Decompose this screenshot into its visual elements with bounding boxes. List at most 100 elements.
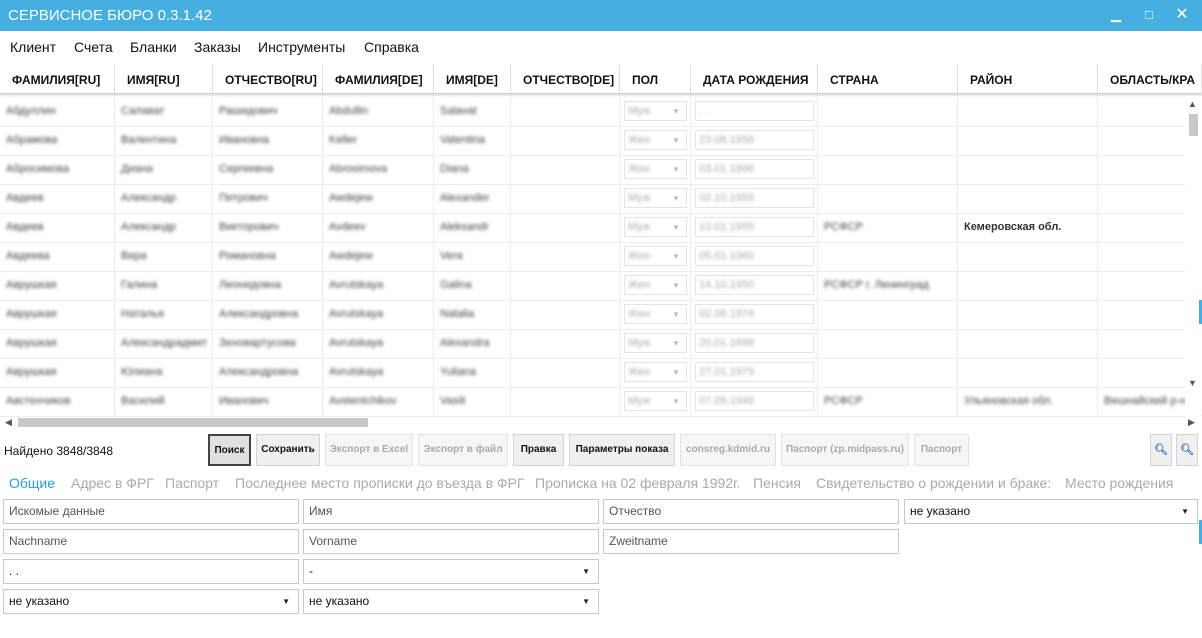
table-cell[interactable]: Ульяновская обл. — [958, 387, 1098, 416]
birth-date-cell-input[interactable]: 10.01.1955 — [695, 217, 814, 237]
table-cell[interactable]: Абдуллин — [0, 97, 115, 126]
table-cell[interactable]: Петрович — [213, 184, 323, 213]
table-cell[interactable] — [511, 126, 620, 155]
horizontal-scroll-thumb[interactable] — [18, 418, 368, 427]
table-cell[interactable] — [958, 97, 1098, 126]
table-cell[interactable]: Жен ▼ — [620, 126, 691, 155]
birth-date-cell-input[interactable]: 05.01.1960 — [695, 246, 814, 266]
scroll-left-icon[interactable]: ◀ — [5, 417, 12, 428]
birth-date-cell-input[interactable]: 07.09.1949 — [695, 391, 814, 411]
table-cell[interactable]: Зеновартусова — [213, 329, 323, 358]
table-cell[interactable]: Аврушкая — [0, 329, 115, 358]
column-header[interactable]: ИМЯ[RU] — [115, 64, 213, 94]
birth-date-cell-input[interactable]: 20.01.1998 — [695, 333, 814, 353]
table-row[interactable]: Абрамова Валентина Ивановна Keller Valentina… — [0, 126, 1202, 156]
consreg-button[interactable]: consreg.kdmid.ru — [680, 434, 776, 466]
table-cell[interactable]: Жен ▼ — [620, 271, 691, 300]
column-header[interactable]: РАЙОН — [958, 64, 1098, 94]
table-cell[interactable]: Aleksandr — [434, 213, 511, 242]
gender-cell-select[interactable]: Муж ▼ — [624, 391, 687, 411]
gender-cell-select[interactable]: Жен ▼ — [624, 304, 687, 324]
birth-date-cell-input[interactable]: 03.01.1996 — [695, 159, 814, 179]
table-cell[interactable]: Муж ▼ — [620, 387, 691, 416]
table-cell[interactable]: . . — [691, 97, 818, 126]
table-row[interactable]: Аврушкая Галина Леонидовна Avrutskaya Galina… — [0, 271, 1202, 301]
table-cell[interactable]: 03.01.1996 — [691, 155, 818, 184]
table-cell[interactable]: Аврушкая — [0, 300, 115, 329]
table-cell[interactable] — [958, 329, 1098, 358]
gender-select[interactable]: не указано ▼ — [904, 499, 1198, 524]
patronymic-ru-input[interactable] — [609, 501, 898, 522]
scroll-down-icon[interactable]: ▼ — [1188, 378, 1197, 388]
table-cell[interactable]: Викторович — [213, 213, 323, 242]
gender-cell-select[interactable]: Жен ▼ — [624, 246, 687, 266]
table-cell[interactable]: Vasili — [434, 387, 511, 416]
table-cell[interactable]: Avrutskaya — [323, 271, 434, 300]
birth-date-cell-input[interactable]: . . — [695, 101, 814, 121]
table-cell[interactable]: 07.09.1949 — [691, 387, 818, 416]
edit-button[interactable]: Правка — [513, 434, 564, 466]
save-button[interactable]: Сохранить — [256, 434, 320, 466]
table-cell[interactable]: Рашидович — [213, 97, 323, 126]
gender-cell-select[interactable]: Жен ▼ — [624, 159, 687, 179]
table-cell[interactable]: Аврушкая — [0, 358, 115, 387]
table-cell[interactable] — [818, 358, 958, 387]
table-cell[interactable] — [511, 184, 620, 213]
table-cell[interactable]: Alexander — [434, 184, 511, 213]
table-row[interactable]: Авдеев Александр Викторович Avdeev Aleksandr… — [0, 213, 1202, 243]
table-cell[interactable]: Александровна — [213, 300, 323, 329]
horizontal-scrollbar[interactable]: ◀ ▶ — [0, 414, 1202, 431]
table-cell[interactable]: Avrutskaya — [323, 300, 434, 329]
table-cell[interactable]: Иванович — [213, 387, 323, 416]
birth-date-cell-input[interactable]: 02.10.1959 — [695, 188, 814, 208]
patronymic-ru-field[interactable] — [603, 499, 899, 524]
tab-general[interactable]: Общие — [9, 475, 55, 491]
table-cell[interactable]: Vera — [434, 242, 511, 271]
table-cell[interactable]: Galina — [434, 271, 511, 300]
table-cell[interactable]: Ивановна — [213, 126, 323, 155]
table-cell[interactable]: 02.08.1974 — [691, 300, 818, 329]
table-cell[interactable] — [511, 213, 620, 242]
gender-cell-select[interactable]: Муж ▼ — [624, 101, 687, 121]
table-cell[interactable]: Awdejew — [323, 242, 434, 271]
table-cell[interactable] — [511, 387, 620, 416]
table-cell[interactable] — [958, 271, 1098, 300]
table-cell[interactable]: Жен ▼ — [620, 242, 691, 271]
table-cell[interactable]: РСФСР — [818, 213, 958, 242]
column-header[interactable]: ФАМИЛИЯ[RU] — [0, 64, 115, 94]
table-cell[interactable]: Abdullin — [323, 97, 434, 126]
table-cell[interactable]: Keller — [323, 126, 434, 155]
table-cell[interactable]: Валентина — [115, 126, 213, 155]
table-cell[interactable]: Юлиана — [115, 358, 213, 387]
dash-select[interactable]: - ▼ — [303, 559, 599, 584]
column-header[interactable]: ОБЛАСТЬ/КРА — [1098, 64, 1202, 94]
first-name-ru-input[interactable] — [309, 501, 598, 522]
table-cell[interactable]: Василий — [115, 387, 213, 416]
column-header[interactable]: ОТЧЕСТВО[DE] — [511, 64, 620, 94]
table-cell[interactable]: Муж ▼ — [620, 184, 691, 213]
table-cell[interactable]: Авдеева — [0, 242, 115, 271]
table-cell[interactable] — [818, 242, 958, 271]
table-row[interactable]: Абросимова Диана Сергеевна Abrosimova Diana Ж… — [0, 155, 1202, 185]
table-cell[interactable]: 10.01.1955 — [691, 213, 818, 242]
passport-button[interactable]: Паспорт — [914, 434, 969, 466]
column-header[interactable]: ФАМИЛИЯ[DE] — [323, 64, 434, 94]
table-cell[interactable]: Абрамова — [0, 126, 115, 155]
zoom-out-icon[interactable]: 🔍︎ — [1176, 434, 1198, 466]
menu-help[interactable]: Справка — [364, 39, 419, 55]
tab-birthplace[interactable]: Место рождения — [1065, 475, 1173, 491]
table-cell[interactable]: Жен ▼ — [620, 300, 691, 329]
column-header[interactable]: ОТЧЕСТВО[RU] — [213, 64, 323, 94]
menu-orders[interactable]: Заказы — [194, 39, 241, 55]
table-cell[interactable]: Австенчиков — [0, 387, 115, 416]
search-data-field[interactable] — [3, 499, 299, 524]
table-cell[interactable]: Valentina — [434, 126, 511, 155]
unspecified-select-b[interactable]: не указано ▼ — [303, 589, 599, 614]
unspecified-select-a[interactable]: не указано ▼ — [3, 589, 299, 614]
table-row[interactable]: Австенчиков Василий Иванович Avstentchikov V… — [0, 387, 1202, 417]
column-header[interactable]: ПОЛ — [620, 64, 691, 94]
table-cell[interactable]: Diana — [434, 155, 511, 184]
table-cell[interactable]: Абросимова — [0, 155, 115, 184]
table-cell[interactable] — [818, 300, 958, 329]
table-row[interactable]: Аврушкая Юлиана Александровна Avrutskaya Yul… — [0, 358, 1202, 388]
